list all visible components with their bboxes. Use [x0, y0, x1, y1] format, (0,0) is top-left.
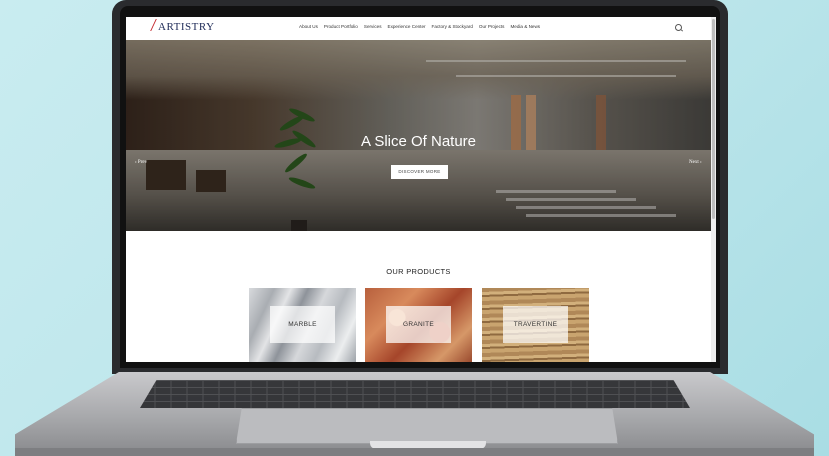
nav-item-about-us[interactable]: About Us [299, 24, 318, 29]
laptop-keyboard [140, 380, 690, 408]
slider-next-button[interactable]: Next › [689, 160, 702, 165]
product-card-granite[interactable]: GRANITE [365, 288, 472, 362]
nav-item-media-news[interactable]: Media & News [510, 24, 540, 29]
search-icon[interactable] [675, 24, 682, 31]
main-nav: About Us Product Portfolio Services Expe… [299, 24, 540, 29]
nav-item-factory-stockyard[interactable]: Factory & Stockyard [432, 24, 473, 29]
hero-title: A Slice Of Nature [360, 133, 477, 150]
product-label: MARBLE [270, 306, 335, 343]
product-card-marble[interactable]: MARBLE [249, 288, 356, 362]
nav-item-experience-center[interactable]: Experience Center [388, 24, 426, 29]
product-label: GRANITE [386, 306, 451, 343]
hero-slider: A Slice Of Nature DISCOVER MORE ‹ Prev N… [126, 40, 711, 231]
product-card-travertine[interactable]: TRAVERTINE [482, 288, 589, 362]
slider-prev-button[interactable]: ‹ Prev [135, 160, 147, 165]
site-header: ARTISTRY About Us Product Portfolio Serv… [126, 17, 716, 40]
site-logo[interactable]: ARTISTRY [158, 21, 215, 33]
laptop-trackpad [236, 408, 618, 444]
nav-item-product-portfolio[interactable]: Product Portfolio [324, 24, 358, 29]
scrollbar-thumb[interactable] [712, 19, 715, 219]
browser-viewport: ARTISTRY About Us Product Portfolio Serv… [126, 17, 716, 362]
nav-item-our-projects[interactable]: Our Projects [479, 24, 505, 29]
products-heading: OUR PRODUCTS [386, 267, 451, 276]
nav-item-services[interactable]: Services [364, 24, 382, 29]
product-label: TRAVERTINE [503, 306, 568, 343]
discover-more-button[interactable]: DISCOVER MORE [391, 165, 448, 179]
laptop-base-edge [15, 448, 814, 456]
